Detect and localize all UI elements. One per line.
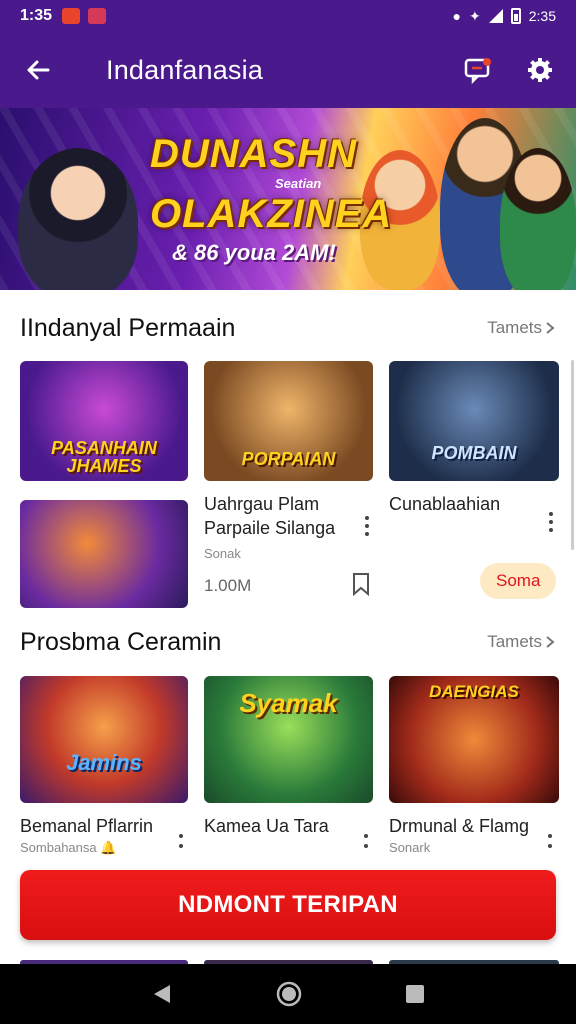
scrollbar[interactable]	[571, 360, 574, 550]
chat-button[interactable]	[460, 52, 496, 88]
gear-icon	[528, 58, 552, 82]
game-tile[interactable]: PASANHAIN JHAMES	[20, 361, 188, 481]
primary-action-button[interactable]: NDMONT TERIPAN	[20, 870, 556, 940]
battery-time: 2:35	[528, 8, 556, 24]
status-time: 1:35	[20, 7, 53, 24]
game-title: Drmunal & Flamg	[389, 816, 530, 836]
game-title: Uahrgau Plam	[204, 494, 320, 514]
banner-tagline: & 86 youa 2AM!	[172, 240, 336, 265]
game-meta: Sonark	[389, 840, 431, 855]
signal-icon	[488, 9, 503, 23]
chevron-right-icon	[546, 636, 555, 648]
game-meta: Sombahansa 🔔	[20, 840, 117, 855]
battery-icon	[510, 8, 521, 24]
banner-character	[18, 148, 138, 290]
more-options-button[interactable]	[546, 834, 554, 848]
game-meta: Sonak	[204, 546, 241, 561]
section-title: IIndanyal Permaain	[20, 313, 236, 342]
notification-icon	[62, 8, 81, 24]
more-options-button[interactable]	[363, 516, 371, 536]
nav-back-icon[interactable]	[150, 982, 174, 1006]
back-button[interactable]	[18, 50, 58, 90]
game-subtitle: Parpaile Silanga	[204, 518, 336, 538]
settings-button[interactable]	[522, 52, 558, 88]
banner-headline: OLAKZINEA	[150, 192, 393, 236]
section-title: Prosbma Ceramin	[20, 627, 222, 656]
game-tile[interactable]: POMBAIN	[389, 361, 559, 481]
chat-icon	[464, 58, 491, 85]
banner-character	[500, 148, 576, 290]
game-size: 1.00M	[204, 576, 252, 595]
page-title: Indanfanasia	[106, 54, 264, 85]
more-options-button[interactable]	[547, 512, 555, 532]
app-bar: Indanfanasia	[0, 32, 576, 108]
game-title: Cunablaahian	[389, 494, 501, 514]
banner-subline: Seatian	[275, 176, 322, 191]
notification-icon	[88, 8, 107, 24]
more-options-button[interactable]	[362, 834, 370, 848]
more-options-button[interactable]	[177, 834, 185, 848]
status-chip[interactable]: Soma	[480, 563, 557, 599]
game-title: Bemanal Pflarrin	[20, 816, 154, 836]
game-tile[interactable]: Syamak	[204, 676, 373, 803]
back-arrow-icon	[27, 60, 50, 80]
chevron-right-icon	[546, 322, 555, 334]
system-nav-bar	[0, 964, 576, 1024]
game-tile[interactable]	[20, 500, 188, 608]
see-more-link[interactable]: Tamets	[487, 318, 556, 338]
promo-banner[interactable]: DUNASHN Seatian OLAKZINEA & 86 youa 2AM!	[0, 108, 576, 290]
alarm-icon: ●	[452, 8, 462, 24]
game-title: Kamea Ua Tara	[204, 816, 329, 836]
section-featured: Prosbma Ceramin Tamets	[0, 622, 576, 662]
status-bar: 1:35 ● ✦ 2:35	[0, 0, 576, 32]
banner-headline: DUNASHN	[150, 132, 357, 176]
game-tile[interactable]: PORPAIAN	[204, 361, 373, 481]
section-popular: IIndanyal Permaain Tamets	[0, 308, 576, 348]
wifi-icon: ✦	[469, 7, 481, 24]
nav-recents-icon[interactable]	[404, 983, 426, 1005]
see-more-link[interactable]: Tamets	[487, 632, 556, 652]
nav-home-icon[interactable]	[275, 980, 303, 1008]
game-tile[interactable]: Jamins	[20, 676, 188, 803]
game-tile[interactable]: DAENGIAS	[389, 676, 559, 803]
bookmark-icon[interactable]	[349, 572, 373, 596]
